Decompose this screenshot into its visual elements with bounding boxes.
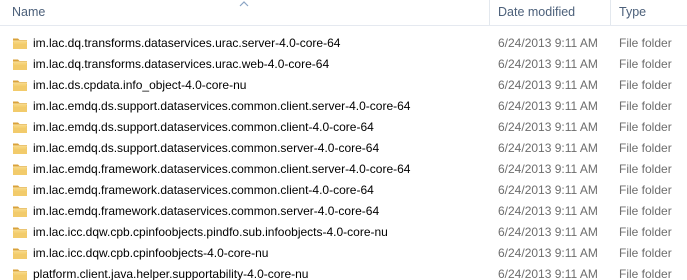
list-item[interactable]: im.lac.dq.transforms.dataservices.urac.w… <box>0 54 687 75</box>
folder-icon <box>13 269 27 280</box>
file-type: File folder <box>619 246 672 260</box>
list-item[interactable]: im.lac.icc.dqw.cpb.cpinfoobjects.pindfo.… <box>0 222 687 243</box>
folder-icon <box>13 101 27 112</box>
file-type: File folder <box>619 36 672 50</box>
file-name: im.lac.dq.transforms.dataservices.urac.s… <box>33 36 341 50</box>
file-name: platform.client.java.helper.supportabili… <box>33 267 309 280</box>
file-date-modified: 6/24/2013 9:11 AM <box>498 78 598 92</box>
file-type: File folder <box>619 183 672 197</box>
list-item[interactable]: im.lac.emdq.ds.support.dataservices.comm… <box>0 96 687 117</box>
file-date-modified: 6/24/2013 9:11 AM <box>498 162 598 176</box>
file-date-modified: 6/24/2013 9:11 AM <box>498 267 598 280</box>
list-item[interactable]: im.lac.ds.cpdata.info_object-4.0-core-nu… <box>0 75 687 96</box>
file-type: File folder <box>619 78 672 92</box>
file-name: im.lac.emdq.framework.dataservices.commo… <box>33 183 374 197</box>
folder-icon <box>13 143 27 154</box>
file-date-modified: 6/24/2013 9:11 AM <box>498 204 598 218</box>
column-header-type[interactable]: Type <box>611 0 687 25</box>
column-header-date-modified[interactable]: Date modified <box>490 0 610 25</box>
file-name: im.lac.emdq.ds.support.dataservices.comm… <box>33 141 380 155</box>
file-type: File folder <box>619 204 672 218</box>
folder-icon <box>13 185 27 196</box>
file-type: File folder <box>619 162 672 176</box>
file-type: File folder <box>619 57 672 71</box>
list-item[interactable]: im.lac.emdq.framework.dataservices.commo… <box>0 159 687 180</box>
folder-icon <box>13 59 27 70</box>
file-name: im.lac.icc.dqw.cpb.cpinfoobjects.pindfo.… <box>33 225 388 239</box>
file-name: im.lac.emdq.ds.support.dataservices.comm… <box>33 99 411 113</box>
file-date-modified: 6/24/2013 9:11 AM <box>498 141 598 155</box>
file-date-modified: 6/24/2013 9:11 AM <box>498 36 598 50</box>
file-type: File folder <box>619 141 672 155</box>
file-date-modified: 6/24/2013 9:11 AM <box>498 120 598 134</box>
folder-icon <box>13 122 27 133</box>
folder-icon <box>13 206 27 217</box>
file-type: File folder <box>619 267 672 280</box>
file-list-view: Name Date modified Type im.lac.dq.transf… <box>0 0 687 280</box>
file-name: im.lac.emdq.ds.support.dataservices.comm… <box>33 120 374 134</box>
file-date-modified: 6/24/2013 9:11 AM <box>498 246 598 260</box>
folder-icon <box>13 164 27 175</box>
folder-icon <box>13 80 27 91</box>
file-type: File folder <box>619 120 672 134</box>
list-item[interactable]: im.lac.icc.dqw.cpb.cpinfoobjects-4.0-cor… <box>0 243 687 264</box>
list-item[interactable]: platform.client.java.helper.supportabili… <box>0 264 687 280</box>
list-item[interactable]: im.lac.emdq.ds.support.dataservices.comm… <box>0 117 687 138</box>
list-item[interactable]: im.lac.emdq.ds.support.dataservices.comm… <box>0 138 687 159</box>
list-item[interactable]: im.lac.emdq.framework.dataservices.commo… <box>0 201 687 222</box>
file-name: im.lac.emdq.framework.dataservices.commo… <box>33 162 411 176</box>
folder-icon <box>13 227 27 238</box>
file-date-modified: 6/24/2013 9:11 AM <box>498 225 598 239</box>
file-name: im.lac.icc.dqw.cpb.cpinfoobjects-4.0-cor… <box>33 246 269 260</box>
file-type: File folder <box>619 225 672 239</box>
list-item[interactable]: im.lac.dq.transforms.dataservices.urac.s… <box>0 33 687 54</box>
folder-icon <box>13 248 27 259</box>
file-date-modified: 6/24/2013 9:11 AM <box>498 57 598 71</box>
file-date-modified: 6/24/2013 9:11 AM <box>498 183 598 197</box>
list-item[interactable]: im.lac.emdq.framework.dataservices.commo… <box>0 180 687 201</box>
file-date-modified: 6/24/2013 9:11 AM <box>498 99 598 113</box>
file-name: im.lac.ds.cpdata.info_object-4.0-core-nu <box>33 78 247 92</box>
folder-icon <box>13 38 27 49</box>
column-header-bar: Name Date modified Type <box>0 0 687 26</box>
file-name: im.lac.dq.transforms.dataservices.urac.w… <box>33 57 330 71</box>
file-type: File folder <box>619 99 672 113</box>
column-header-name[interactable]: Name <box>4 0 489 25</box>
file-name: im.lac.emdq.framework.dataservices.commo… <box>33 204 380 218</box>
file-rows: im.lac.dq.transforms.dataservices.urac.s… <box>0 33 687 280</box>
